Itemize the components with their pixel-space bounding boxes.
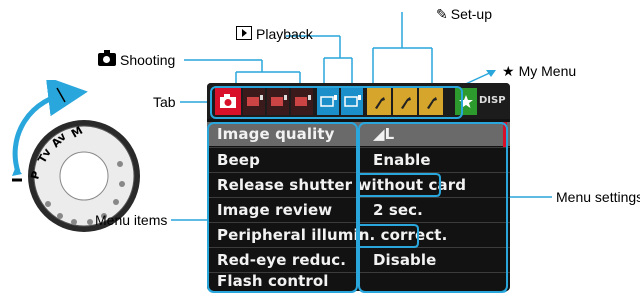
shooting-label: Shooting <box>120 52 176 68</box>
disp-indicator: DISP <box>479 95 506 106</box>
callout-setup: ✎ Set-up <box>436 6 492 22</box>
menu-item-value: 2 sec. <box>373 201 423 219</box>
tab-playback-2[interactable] <box>341 88 363 115</box>
menu-item-label: Flash control <box>217 272 329 290</box>
menu-row-image-review[interactable]: Image review 2 sec. <box>207 198 510 222</box>
menu-item-label: Red-eye reduc. <box>217 251 347 269</box>
tab-my-menu[interactable] <box>455 88 477 115</box>
tab-setup-1[interactable] <box>367 88 391 115</box>
callout-tab: Tab <box>153 94 176 110</box>
tab-shooting-2[interactable] <box>243 88 265 115</box>
menu-item-value: Disable <box>373 251 437 269</box>
callout-playback: Playback <box>236 26 313 42</box>
tab-label: Tab <box>153 94 176 110</box>
menu-item-label: Image review <box>217 201 333 219</box>
camera-icon <box>98 50 116 66</box>
menu-item-value: Enable <box>373 151 431 169</box>
tab-playback-1[interactable] <box>317 88 339 115</box>
menu-item-label: Beep <box>217 151 260 169</box>
callout-my-menu: ★ My Menu <box>502 63 576 79</box>
camera-menu-screen: DISP Image quality ◢L Beep Enable Releas… <box>207 83 510 291</box>
menu-row-release-shutter[interactable]: Release shutter without card <box>207 173 510 197</box>
menu-items-label: Menu items <box>95 212 168 228</box>
playback-label: Playback <box>256 26 313 42</box>
menu-row-peripheral-illumination[interactable]: Peripheral illumin. correct. <box>207 223 510 247</box>
playback-icon <box>236 26 252 40</box>
tab-shooting-4[interactable] <box>291 88 313 115</box>
menu-row-flash-control[interactable]: Flash control <box>207 269 510 291</box>
menu-row-beep[interactable]: Beep Enable <box>207 148 510 172</box>
callout-shooting: Shooting <box>98 50 176 68</box>
menu-item-label: Image quality <box>217 125 335 143</box>
selection-indicator <box>503 122 507 147</box>
callout-menu-items: Menu items <box>95 212 167 228</box>
menu-item-label: Release shutter without card <box>217 176 467 194</box>
callout-menu-settings: Menu settings <box>556 189 640 205</box>
menu-item-label: Peripheral illumin. correct. <box>217 226 448 244</box>
menu-settings-label: Menu settings <box>556 189 640 205</box>
wrench-icon: ✎ <box>436 6 448 22</box>
menu-row-image-quality[interactable]: Image quality ◢L <box>207 122 510 146</box>
tab-setup-3[interactable] <box>419 88 443 115</box>
tab-shooting-1[interactable] <box>215 88 241 115</box>
tab-shooting-3[interactable] <box>267 88 289 115</box>
tab-setup-2[interactable] <box>393 88 417 115</box>
my-menu-label: My Menu <box>518 63 577 79</box>
setup-label: Set-up <box>450 6 492 22</box>
star-icon: ★ <box>502 63 515 79</box>
menu-item-value: ◢L <box>373 125 395 143</box>
menu-tab-bar: DISP <box>207 83 510 119</box>
